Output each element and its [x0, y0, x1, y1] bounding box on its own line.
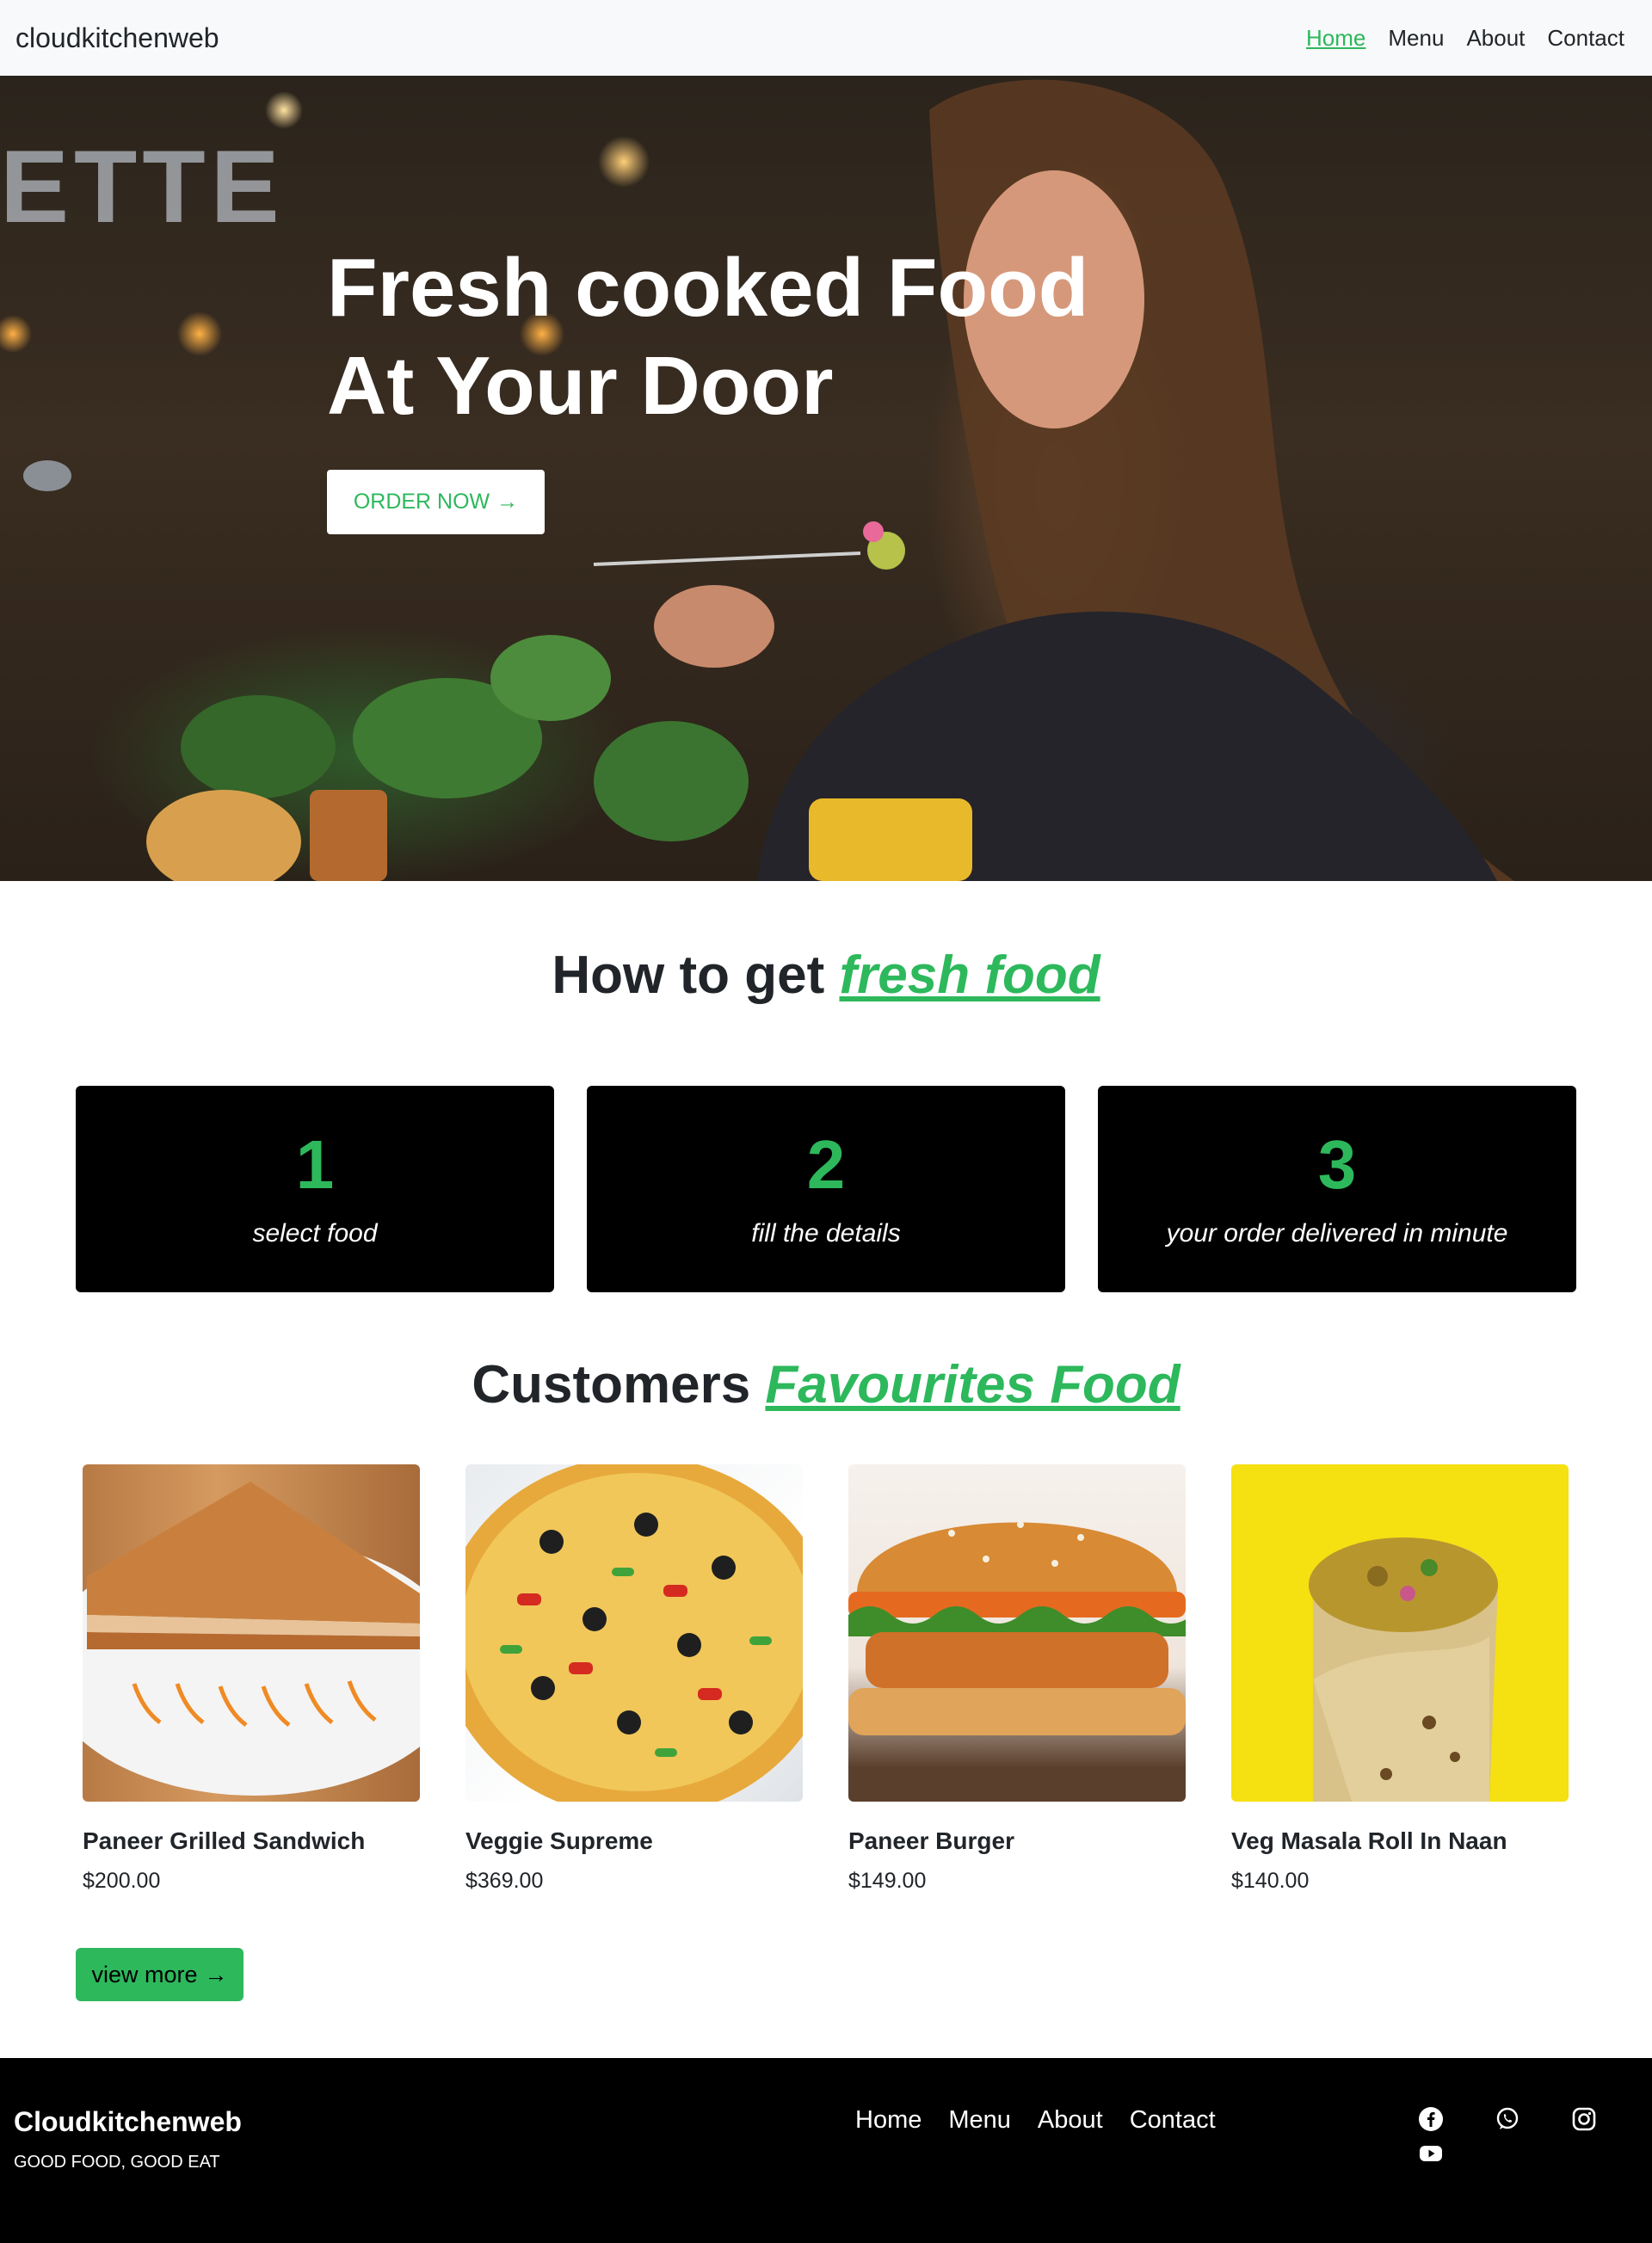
- food-price: $140.00: [1231, 1869, 1310, 1893]
- view-more-button[interactable]: view more →: [76, 1948, 243, 2001]
- roll-image[interactable]: [1231, 1464, 1569, 1802]
- whatsapp-icon[interactable]: [1495, 2106, 1520, 2132]
- hero-background-image: [23, 79, 1514, 881]
- hero-title: Fresh cooked Food At Your Door: [327, 242, 1089, 432]
- nav-link-contact[interactable]: Contact: [1547, 25, 1624, 52]
- how-to-heading-accent: fresh food: [839, 946, 1100, 1005]
- order-now-label: ORDER NOW: [353, 490, 490, 514]
- pizza-illustration: [465, 1464, 803, 1802]
- order-now-button[interactable]: ORDER NOW →: [327, 470, 545, 534]
- food-name[interactable]: Paneer Grilled Sandwich: [83, 1827, 420, 1855]
- arrow-right-icon: →: [496, 490, 519, 514]
- nav-link-about[interactable]: About: [1466, 25, 1525, 52]
- hero-content: Fresh cooked Food At Your Door ORDER NOW…: [327, 239, 1089, 534]
- favourites-heading: Customers Favourites Food: [0, 1354, 1652, 1415]
- step-card: 2 fill the details: [587, 1086, 1065, 1292]
- step-number: 3: [1317, 1126, 1357, 1203]
- footer-link-contact[interactable]: Contact: [1130, 2106, 1216, 2135]
- instagram-icon[interactable]: [1571, 2106, 1597, 2132]
- favourites-heading-accent: Favourites Food: [765, 1355, 1180, 1414]
- hero-banner: ETTE Fresh cooked Food At Your Door ORDE…: [0, 76, 1652, 881]
- nav-links: Home Menu About Contact: [1306, 25, 1637, 52]
- steps-row: 1 select food 2 fill the details 3 your …: [76, 1086, 1576, 1292]
- footer-link-about[interactable]: About: [1038, 2106, 1103, 2135]
- pizza-image[interactable]: [465, 1464, 803, 1802]
- nav-link-menu[interactable]: Menu: [1388, 25, 1444, 52]
- footer: Cloudkitchenweb GOOD FOOD, GOOD EAT Home…: [0, 2058, 1652, 2243]
- sandwich-illustration: [83, 1482, 420, 1796]
- burger-image[interactable]: [848, 1464, 1186, 1802]
- food-name[interactable]: Paneer Burger: [848, 1827, 1186, 1855]
- food-name[interactable]: Veggie Supreme: [465, 1827, 803, 1855]
- navbar: cloudkitchenweb Home Menu About Contact: [0, 0, 1652, 76]
- youtube-icon[interactable]: [1418, 2141, 1444, 2166]
- step-text: select food: [252, 1219, 378, 1248]
- footer-brand: Cloudkitchenweb: [14, 2106, 242, 2137]
- step-card: 1 select food: [76, 1086, 554, 1292]
- favourites-heading-plain: Customers: [472, 1355, 751, 1414]
- food-card[interactable]: Paneer Burger $149.00: [848, 1464, 1186, 1894]
- food-price: $200.00: [83, 1869, 161, 1893]
- footer-link-menu[interactable]: Menu: [948, 2106, 1011, 2135]
- food-card[interactable]: Paneer Grilled Sandwich $200.00: [83, 1464, 420, 1894]
- food-name[interactable]: Veg Masala Roll In Naan: [1231, 1827, 1569, 1855]
- step-card: 3 your order delivered in minute: [1098, 1086, 1576, 1292]
- food-grid: Paneer Grilled Sandwich $200.00 Veggie S…: [83, 1464, 1569, 1894]
- how-to-heading-plain: How to get: [552, 946, 825, 1005]
- food-card[interactable]: Veggie Supreme $369.00: [465, 1464, 803, 1894]
- arrow-right-icon: →: [204, 1961, 228, 1987]
- food-card[interactable]: Veg Masala Roll In Naan $140.00: [1231, 1464, 1569, 1894]
- step-text: your order delivered in minute: [1166, 1219, 1508, 1248]
- step-number: 2: [806, 1126, 846, 1203]
- burger-illustration: [848, 1521, 1186, 1735]
- footer-link-home[interactable]: Home: [855, 2106, 922, 2135]
- nav-link-home[interactable]: Home: [1306, 25, 1365, 52]
- roll-illustration: [1309, 1537, 1498, 1802]
- step-text: fill the details: [751, 1219, 901, 1248]
- brand-logo[interactable]: cloudkitchenweb: [15, 22, 219, 54]
- step-number: 1: [295, 1126, 335, 1203]
- how-to-heading: How to get fresh food: [0, 945, 1652, 1006]
- sandwich-image[interactable]: [83, 1464, 420, 1802]
- footer-tagline: GOOD FOOD, GOOD EAT: [14, 2153, 220, 2172]
- footer-links: Home Menu About Contact: [855, 2106, 1216, 2135]
- facebook-icon[interactable]: [1418, 2106, 1444, 2132]
- view-more-label: view more: [91, 1961, 198, 1987]
- food-price: $149.00: [848, 1869, 927, 1893]
- food-price: $369.00: [465, 1869, 544, 1893]
